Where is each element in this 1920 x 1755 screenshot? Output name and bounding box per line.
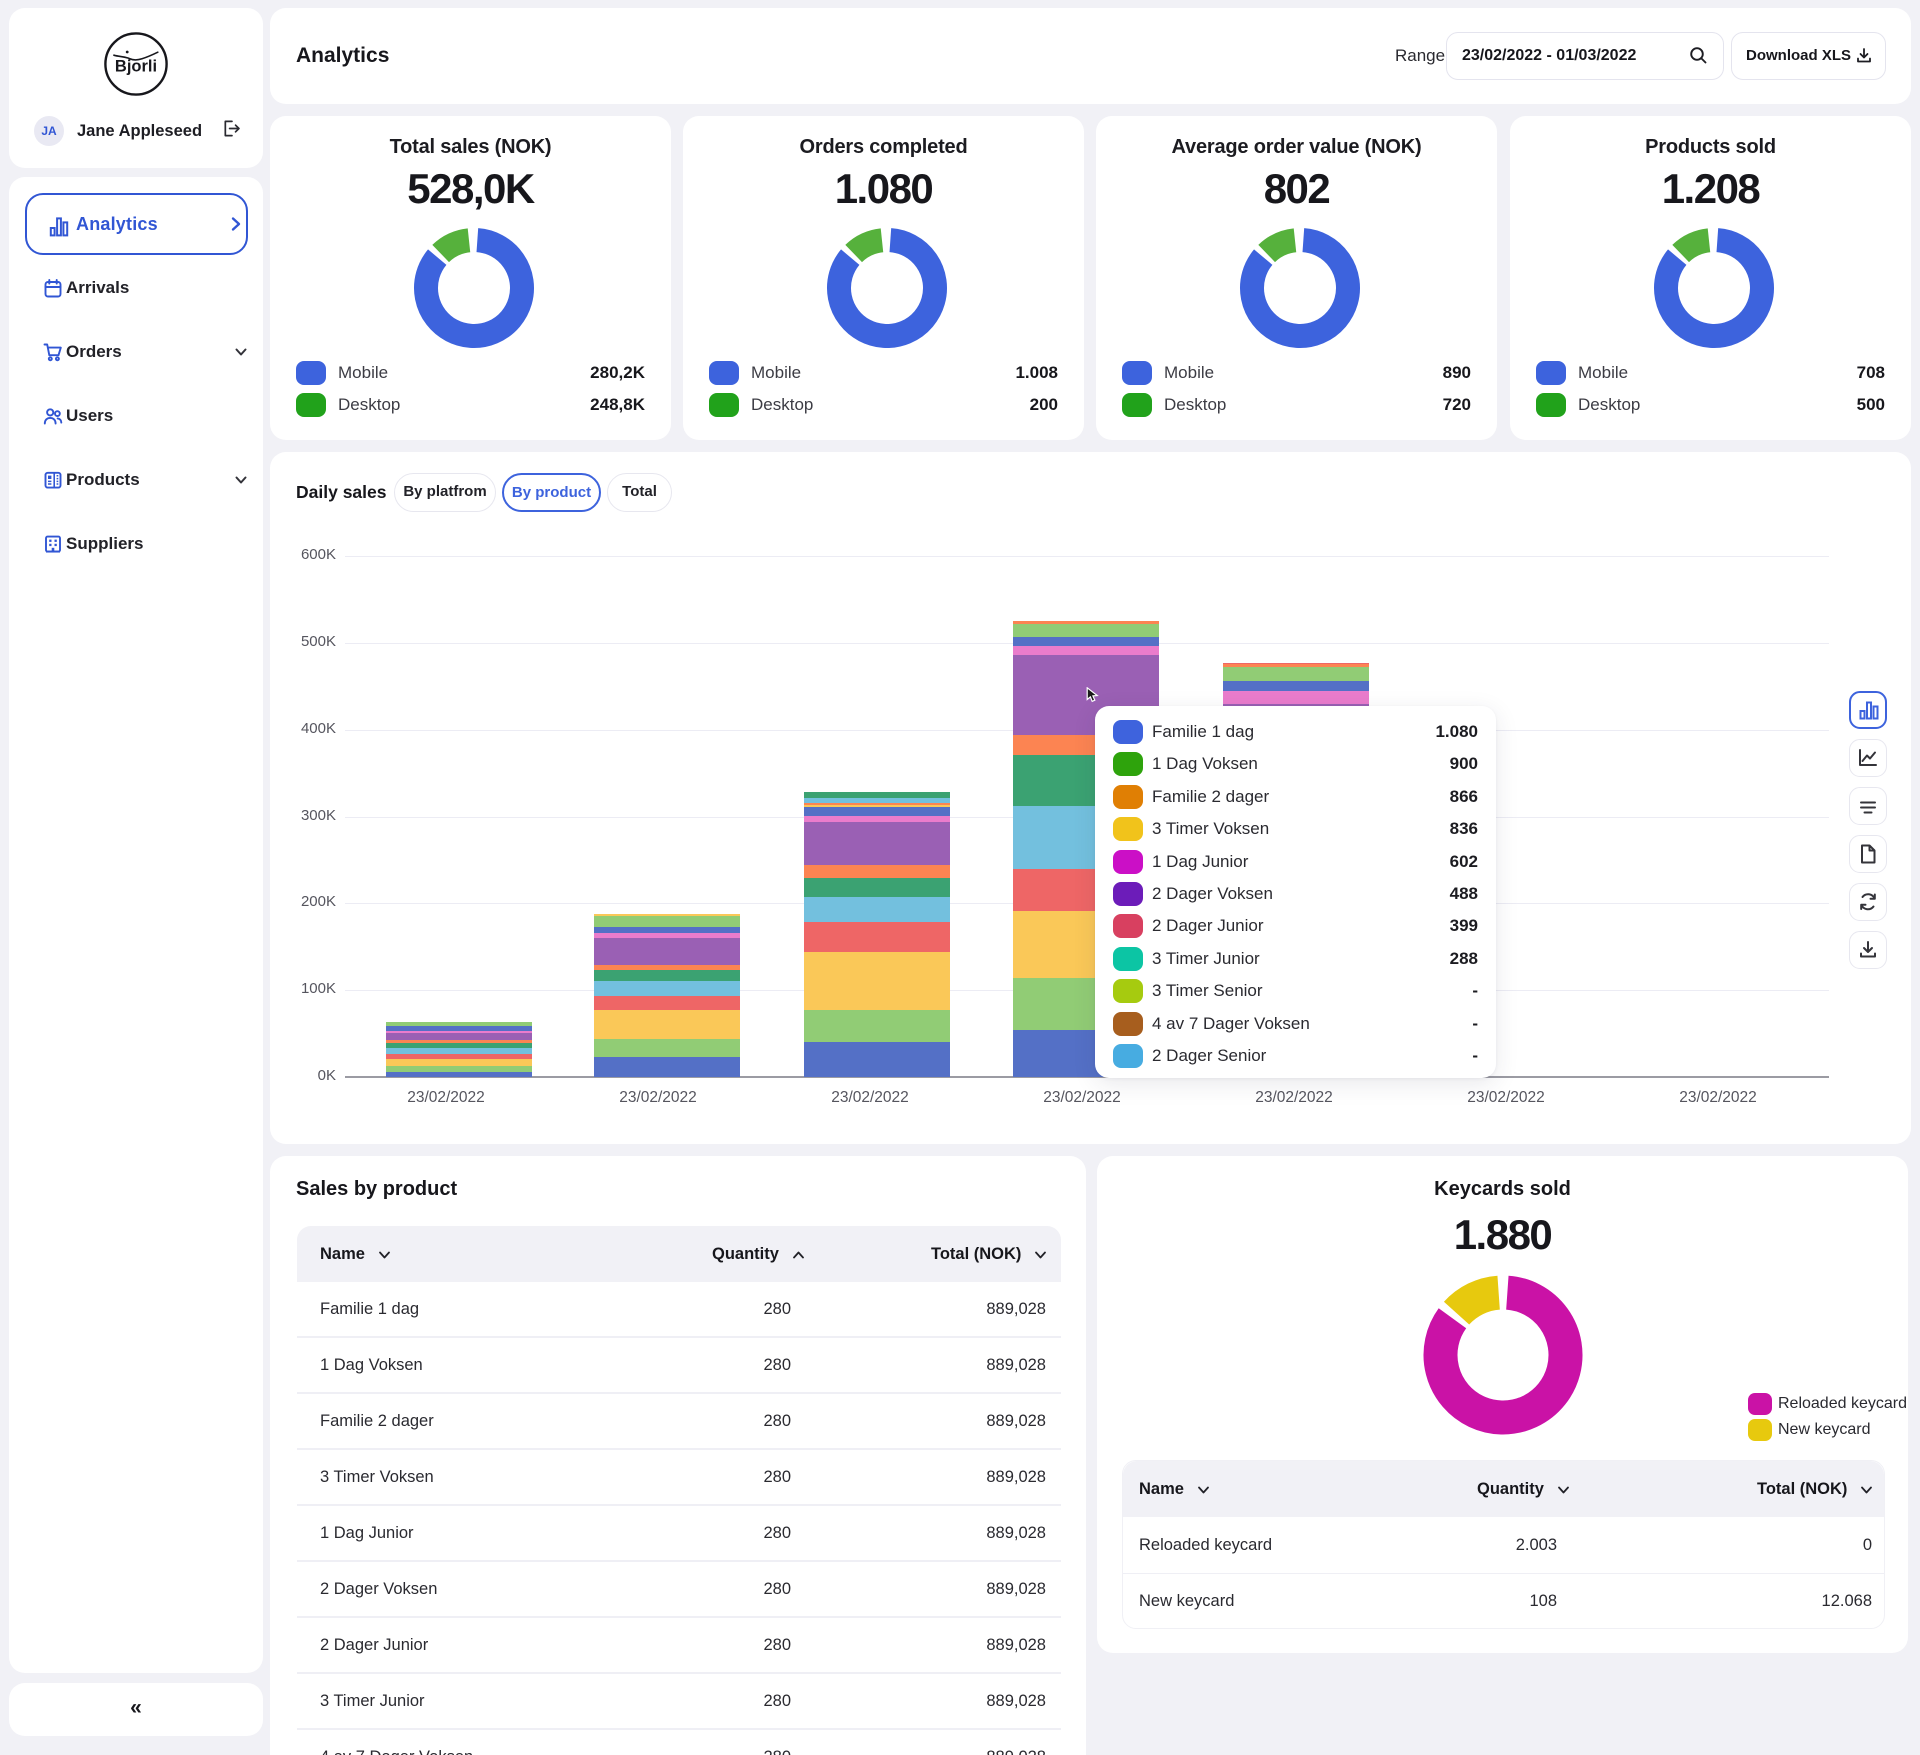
svg-text:Bjorli: Bjorli bbox=[115, 58, 157, 76]
